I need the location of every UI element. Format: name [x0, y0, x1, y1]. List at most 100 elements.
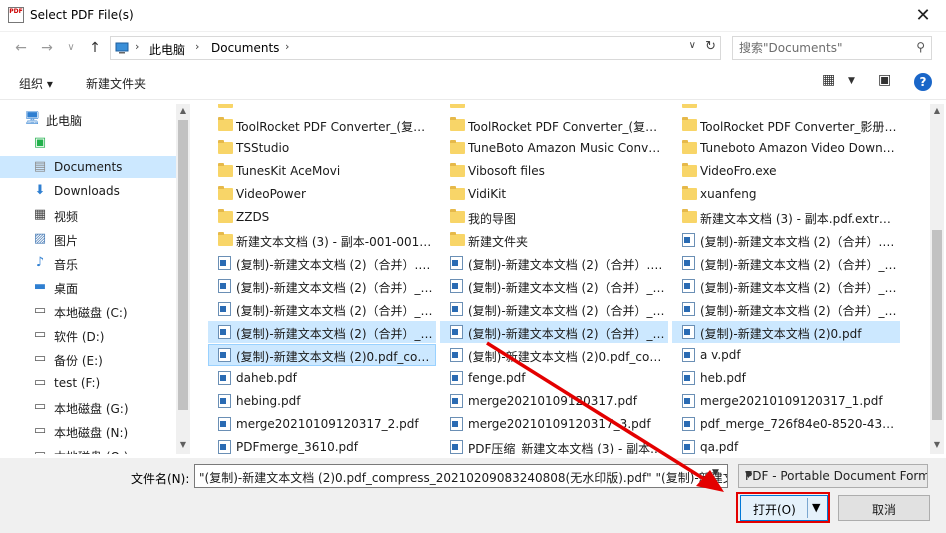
scroll-down-icon[interactable]: ▼ — [930, 440, 944, 449]
chevron-right-icon[interactable]: › — [285, 40, 289, 53]
file-item[interactable]: (复制)-新建文本文档 (2)0.pdf — [672, 321, 900, 343]
view-options-chevron-icon[interactable]: ▼ — [848, 76, 855, 86]
file-item[interactable]: merge20210109120317_3.pdf — [440, 413, 668, 435]
file-list-scrollbar[interactable]: ▲ ▼ — [930, 104, 944, 454]
folder-item[interactable]: TuneBoto Amazon Music Conver... — [440, 137, 668, 159]
chevron-down-icon[interactable]: ∨ — [689, 40, 696, 51]
filetype-select[interactable]: PDF - Portable Document Format (*.pdf) ▼ — [738, 464, 928, 488]
folder-item[interactable] — [672, 104, 900, 113]
file-item[interactable]: PDFmerge_3610.pdf — [208, 436, 436, 454]
file-item[interactable]: (复制)-新建文本文档 (2)（合并）_1... — [672, 252, 900, 274]
folder-item[interactable]: VideoFro.exe — [672, 160, 900, 182]
file-item[interactable]: (复制)-新建文本文档 (2)（合并）_加... — [672, 275, 900, 297]
folder-item[interactable] — [208, 104, 436, 113]
open-button[interactable]: 打开(O) ▼ — [740, 495, 828, 521]
file-item[interactable]: (复制)-新建文本文档 (2)（合并）_加... — [440, 275, 668, 297]
file-item[interactable]: (复制)-新建文本文档 (2)（合并）_已... — [208, 321, 436, 343]
folder-item[interactable]: TSStudio — [208, 137, 436, 159]
breadcrumb-documents[interactable]: Documents — [211, 41, 279, 55]
folder-item[interactable]: 新建文本文档 (3) - 副本-001-001.p... — [208, 229, 436, 251]
sidebar-item-c[interactable]: ▭ 本地磁盘 (C:) — [0, 300, 176, 322]
up-arrow-icon[interactable]: ↑ — [84, 37, 106, 59]
folder-item[interactable]: 新建文件夹 — [440, 229, 668, 251]
search-box[interactable]: ⚲ — [732, 36, 932, 60]
back-arrow-icon[interactable]: ← — [10, 37, 32, 59]
file-item[interactable]: (复制)-新建文本文档 (2)（合并）_加... — [208, 298, 436, 320]
folder-item[interactable]: xuanfeng — [672, 183, 900, 205]
file-item[interactable]: (复制)-新建文本文档 (2)（合并）_c... — [208, 275, 436, 297]
file-item[interactable]: fenge.pdf — [440, 367, 668, 389]
folder-item[interactable]: ZZDS — [208, 206, 436, 228]
sidebar-item-item-1[interactable]: ▣ — [0, 132, 176, 154]
file-item[interactable]: (复制)-新建文本文档 (2)0.pdf_com... — [440, 344, 668, 366]
view-grid-icon[interactable]: ▦ — [822, 72, 835, 88]
file-item[interactable]: (复制)-新建文本文档 (2)（合并）_已... — [440, 321, 668, 343]
sidebar-item-test-f[interactable]: ▭ test (F:) — [0, 372, 176, 394]
filename-input[interactable]: "(复制)-新建文本文档 (2)0.pdf_compress_202102090… — [194, 464, 728, 488]
folder-item[interactable]: ToolRocket PDF Converter_影册_s... — [672, 114, 900, 136]
file-item[interactable]: (复制)-新建文本文档 (2)（合并）_加... — [440, 298, 668, 320]
open-dropdown-arrow-icon[interactable]: ▼ — [812, 501, 820, 514]
sidebar-item-d[interactable]: ▭ 软件 (D:) — [0, 324, 176, 346]
file-list-scroll-thumb[interactable] — [932, 230, 942, 420]
sidebar-item-item-6[interactable]: ♪ 音乐 — [0, 252, 176, 274]
refresh-icon[interactable]: ↻ — [705, 39, 716, 54]
address-bar[interactable]: › 此电脑 › Documents › ∨ ↻ — [110, 36, 721, 60]
file-item[interactable]: heb.pdf — [672, 367, 900, 389]
sidebar-item-item-0[interactable]: 🖥 此电脑 — [0, 108, 176, 130]
folder-item[interactable]: VidiKit — [440, 183, 668, 205]
file-item[interactable]: a v.pdf — [672, 344, 900, 366]
sidebar-item-item-5[interactable]: ▨ 图片 — [0, 228, 176, 250]
chevron-right-icon[interactable]: › — [195, 40, 199, 53]
folder-item[interactable]: ToolRocket PDF Converter_(复制)... — [440, 114, 668, 136]
folder-item[interactable]: Tuneboto Amazon Video Downlo... — [672, 137, 900, 159]
recent-locations-icon[interactable]: ∨ — [60, 37, 82, 59]
search-input[interactable] — [739, 40, 909, 56]
forward-arrow-icon[interactable]: → — [36, 37, 58, 59]
scroll-down-icon[interactable]: ▼ — [176, 440, 190, 449]
file-item[interactable]: (复制)-新建文本文档 (2)0.pdf_com... — [208, 344, 436, 366]
sidebar-scrollbar[interactable]: ▲ ▼ — [176, 104, 190, 454]
file-item[interactable]: (复制)-新建文本文档 (2)（合并）.p... — [208, 252, 436, 274]
breadcrumb-this-pc[interactable]: 此电脑 — [149, 41, 185, 58]
close-button[interactable]: ✕ — [900, 0, 946, 31]
sidebar-item-item-4[interactable]: ▦ 视频 — [0, 204, 176, 226]
folder-item[interactable]: Vibosoft files — [440, 160, 668, 182]
file-item[interactable]: qa.pdf — [672, 436, 900, 454]
sidebar-item-e[interactable]: ▭ 备份 (E:) — [0, 348, 176, 370]
sidebar-item-n[interactable]: ▭ 本地磁盘 (N:) — [0, 420, 176, 442]
organize-button[interactable]: 组织 ▾ — [19, 75, 53, 92]
file-item[interactable]: (复制)-新建文本文档 (2)（合并）.pdf — [672, 229, 900, 251]
chevron-right-icon[interactable]: › — [135, 40, 139, 53]
folder-item[interactable]: TunesKit AceMovi — [208, 160, 436, 182]
sidebar-scroll-thumb[interactable] — [178, 120, 188, 410]
folder-item[interactable]: ToolRocket PDF Converter_(复制)... — [208, 114, 436, 136]
scroll-up-icon[interactable]: ▲ — [176, 106, 190, 115]
file-item[interactable]: merge20210109120317_1.pdf — [672, 390, 900, 412]
folder-item[interactable]: 新建文本文档 (3) - 副本.pdf.extract... — [672, 206, 900, 228]
help-icon[interactable]: ? — [914, 73, 932, 91]
filename-history-chevron-icon[interactable]: ▼ — [712, 468, 719, 478]
file-item[interactable]: (复制)-新建文本文档 (2)（合并）.p... — [440, 252, 668, 274]
sidebar-item-item-7[interactable]: ▬ 桌面 — [0, 276, 176, 298]
sidebar-item-o[interactable]: ▭ 本地磁盘 (O:) — [0, 444, 176, 454]
folder-item[interactable]: VideoPower — [208, 183, 436, 205]
file-item[interactable]: daheb.pdf — [208, 367, 436, 389]
scroll-up-icon[interactable]: ▲ — [930, 106, 944, 115]
chevron-down-icon[interactable]: ▼ — [745, 470, 923, 480]
sidebar-item-documents[interactable]: ▤ Documents — [0, 156, 176, 178]
file-item[interactable]: pdf_merge_726f84e0-8520-4335-... — [672, 413, 900, 435]
preview-pane-icon[interactable]: ▣ — [878, 72, 891, 88]
file-item[interactable]: hebing.pdf — [208, 390, 436, 412]
cancel-button[interactable]: 取消 — [838, 495, 930, 521]
sidebar-item-g[interactable]: ▭ 本地磁盘 (G:) — [0, 396, 176, 418]
file-item[interactable]: merge20210109120317_2.pdf — [208, 413, 436, 435]
sidebar-item-downloads[interactable]: ⬇ Downloads — [0, 180, 176, 202]
file-item[interactable]: PDF压缩_新建文本文档 (3) - 副本... — [440, 436, 668, 454]
folder-item[interactable] — [440, 104, 668, 113]
folder-item[interactable]: 我的导图 — [440, 206, 668, 228]
new-folder-button[interactable]: 新建文件夹 — [86, 75, 146, 92]
file-item[interactable]: (复制)-新建文本文档 (2)（合并）_加... — [672, 298, 900, 320]
file-item[interactable]: merge20210109120317.pdf — [440, 390, 668, 412]
search-icon[interactable]: ⚲ — [916, 40, 925, 54]
